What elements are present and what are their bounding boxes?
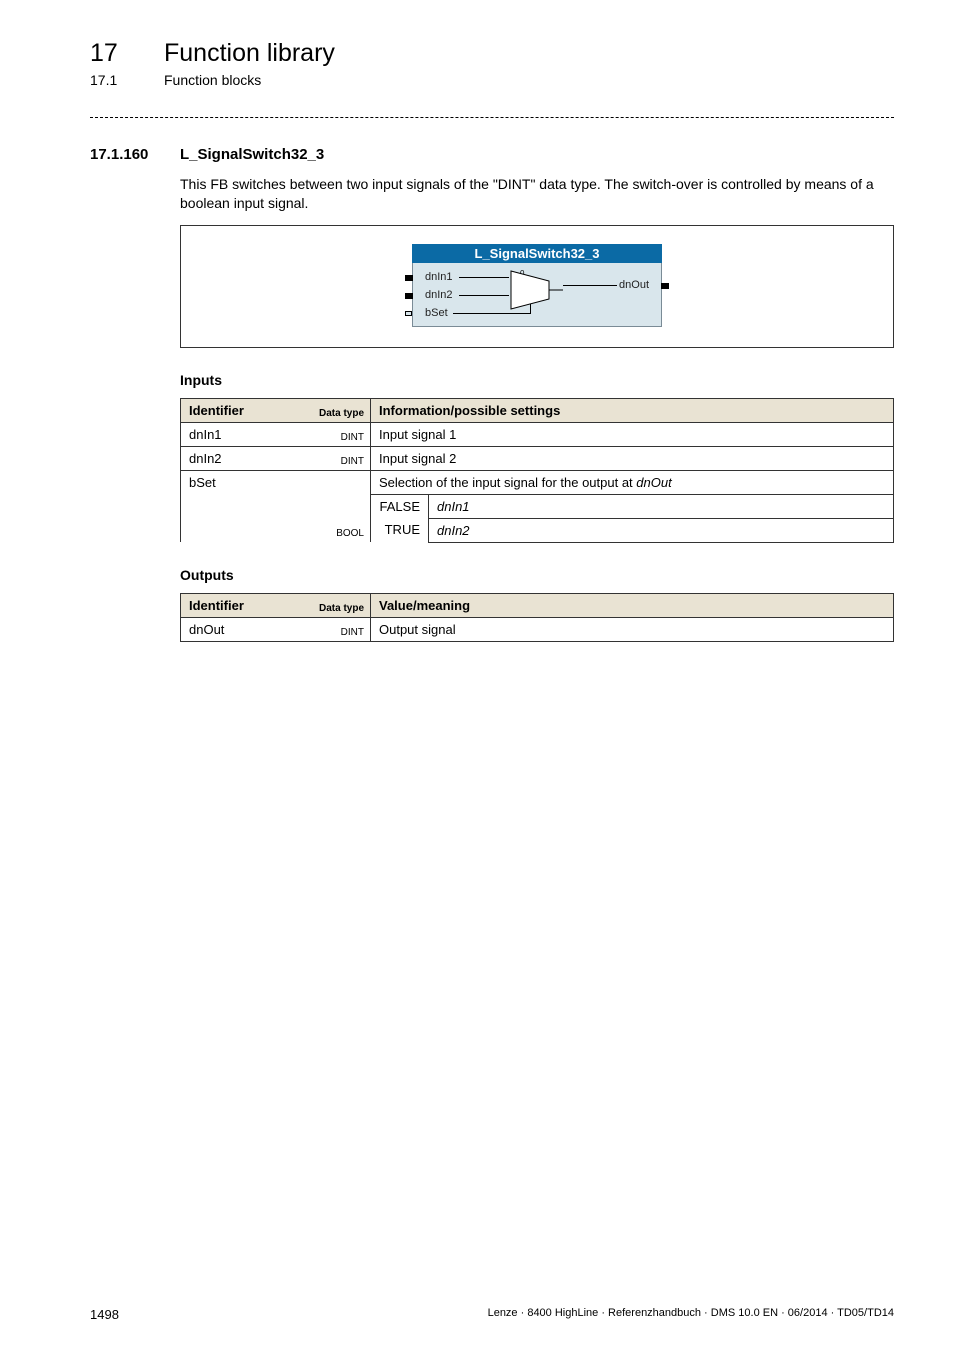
chapter-header: 17 Function library — [90, 38, 894, 68]
identifier-dtype: DINT — [341, 456, 364, 467]
identifier-name: dnIn2 — [189, 451, 222, 466]
cell-identifier: dnOut DINT — [181, 617, 371, 641]
info-text: Selection of the input signal for the ou… — [379, 475, 636, 490]
port-connector-icon — [405, 275, 413, 281]
block-title: L_SignalSwitch32_3 — [412, 244, 662, 263]
port-in3-label: bSet — [425, 307, 448, 319]
inputs-heading: Inputs — [180, 372, 894, 388]
identifier-name: dnIn1 — [189, 427, 222, 442]
wire-icon — [563, 285, 617, 286]
table-row: bSet BOOL Selection of the input signal … — [181, 470, 894, 494]
col-value: Value/meaning — [371, 593, 894, 617]
info-text-italic: dnOut — [636, 475, 671, 490]
cell-identifier: bSet BOOL — [181, 470, 371, 542]
cell-info: Selection of the input signal for the ou… — [371, 470, 894, 494]
cell-info: Input signal 2 — [371, 446, 894, 470]
col-identifier-label: Identifier — [189, 598, 244, 613]
block-diagram: L_SignalSwitch32_3 dnIn1 dnIn2 bSet dnOu… — [180, 225, 894, 348]
footer-line: Lenze · 8400 HighLine · Referenzhandbuch… — [488, 1307, 894, 1322]
col-identifier: Identifier Data type — [181, 593, 371, 617]
col-datatype-label: Data type — [319, 408, 364, 419]
port-connector-icon — [661, 283, 669, 289]
port-connector-icon — [405, 293, 413, 299]
mux-icon — [509, 269, 563, 311]
section-header: 17.1 Function blocks — [90, 72, 894, 89]
divider — [90, 117, 894, 118]
wire-icon — [453, 313, 531, 314]
cell-identifier: dnIn1 DINT — [181, 422, 371, 446]
port-out-label: dnOut — [619, 279, 649, 291]
wire-icon — [459, 295, 509, 296]
intro-paragraph: This FB switches between two input signa… — [180, 175, 894, 213]
page-number: 1498 — [90, 1307, 119, 1322]
table-row: dnOut DINT Output signal — [181, 617, 894, 641]
port-connector-icon — [405, 311, 412, 316]
outputs-table: Identifier Data type Value/meaning dnOut… — [180, 593, 894, 642]
wire-icon — [459, 277, 509, 278]
col-info: Information/possible settings — [371, 398, 894, 422]
inputs-table: Identifier Data type Information/possibl… — [180, 398, 894, 543]
chapter-number: 17 — [90, 38, 128, 68]
function-block: L_SignalSwitch32_3 dnIn1 dnIn2 bSet dnOu… — [412, 244, 662, 327]
subval-false: dnIn1 — [429, 494, 894, 518]
section-title: Function blocks — [164, 72, 261, 89]
subsection-heading: 17.1.160 L_SignalSwitch32_3 — [90, 146, 894, 163]
port-in2-label: dnIn2 — [425, 289, 453, 301]
identifier-dtype: DINT — [341, 432, 364, 443]
identifier-name: bSet — [189, 475, 216, 490]
block-body: dnIn1 dnIn2 bSet dnOut 0 1 — [412, 263, 662, 327]
table-row: dnIn1 DINT Input signal 1 — [181, 422, 894, 446]
identifier-dtype: DINT — [341, 627, 364, 638]
subkey-true: TRUE — [371, 518, 429, 542]
cell-info: Output signal — [371, 617, 894, 641]
subval-true: dnIn2 — [429, 518, 894, 542]
col-identifier-label: Identifier — [189, 403, 244, 418]
subkey-false: FALSE — [371, 494, 429, 518]
table-header-row: Identifier Data type Information/possibl… — [181, 398, 894, 422]
subsection-number: 17.1.160 — [90, 146, 162, 163]
port-in1-label: dnIn1 — [425, 271, 453, 283]
cell-identifier: dnIn2 DINT — [181, 446, 371, 470]
chapter-title: Function library — [164, 38, 335, 68]
page-footer: 1498 Lenze · 8400 HighLine · Referenzhan… — [90, 1307, 894, 1322]
identifier-dtype: BOOL — [336, 528, 364, 539]
cell-info: Input signal 1 — [371, 422, 894, 446]
identifier-name: dnOut — [189, 622, 224, 637]
col-datatype-label: Data type — [319, 603, 364, 614]
table-header-row: Identifier Data type Value/meaning — [181, 593, 894, 617]
table-row: dnIn2 DINT Input signal 2 — [181, 446, 894, 470]
col-identifier: Identifier Data type — [181, 398, 371, 422]
outputs-heading: Outputs — [180, 567, 894, 583]
section-number: 17.1 — [90, 72, 128, 89]
subsection-title: L_SignalSwitch32_3 — [180, 146, 324, 163]
